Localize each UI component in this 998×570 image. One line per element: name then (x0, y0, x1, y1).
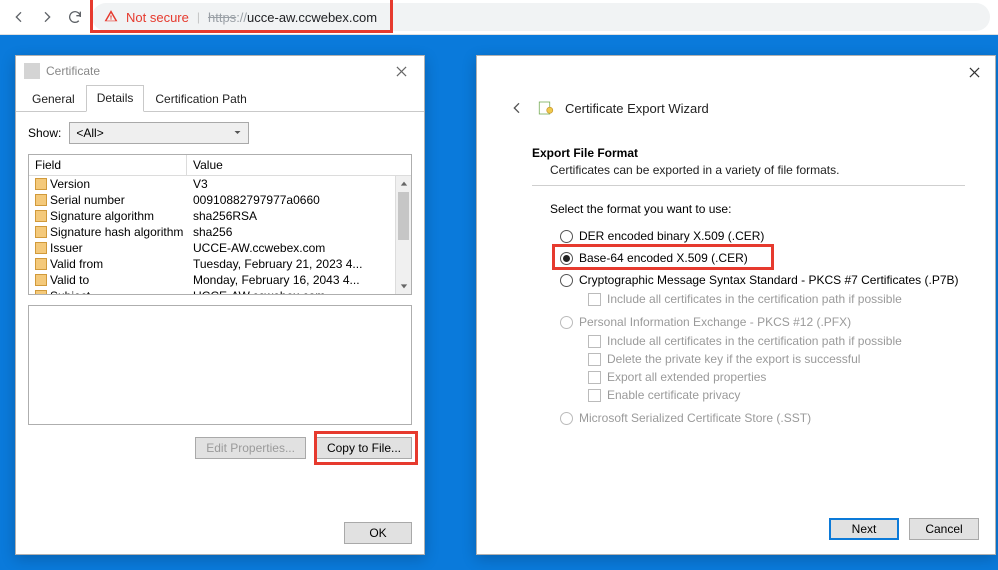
grid-row[interactable]: Signature hash algorithmsha256 (29, 224, 411, 240)
tab-details[interactable]: Details (86, 85, 145, 112)
scrollbar[interactable] (395, 176, 411, 294)
field-icon (35, 290, 47, 294)
wizard-back-button[interactable] (507, 98, 527, 118)
security-status: Not secure (126, 10, 189, 25)
certificate-fields-grid[interactable]: Field Value VersionV3 Serial number00910… (28, 154, 412, 295)
grid-row[interactable]: Signature algorithmsha256RSA (29, 208, 411, 224)
radio-icon (560, 412, 573, 425)
certificate-icon (537, 99, 555, 117)
browser-toolbar: Not secure | https://ucce-aw.ccwebex.com (0, 0, 998, 35)
scroll-down-icon[interactable] (396, 278, 411, 294)
radio-base64[interactable]: Base-64 encoded X.509 (.CER) (560, 248, 965, 268)
wizard-title: Certificate Export Wizard (565, 101, 709, 116)
grid-row[interactable]: VersionV3 (29, 176, 411, 192)
reload-button[interactable] (64, 6, 86, 28)
grid-row[interactable]: IssuerUCCE-AW.ccwebex.com (29, 240, 411, 256)
back-button[interactable] (8, 6, 30, 28)
checkbox-icon (588, 353, 601, 366)
radio-icon (560, 252, 573, 265)
field-icon (35, 242, 47, 254)
tab-certification-path[interactable]: Certification Path (144, 86, 257, 112)
cancel-button[interactable]: Cancel (909, 518, 979, 540)
scroll-thumb[interactable] (398, 192, 409, 240)
section-title: Export File Format (532, 146, 965, 160)
radio-der[interactable]: DER encoded binary X.509 (.CER) (560, 226, 965, 246)
tab-general[interactable]: General (21, 86, 86, 112)
checkbox-icon (588, 335, 601, 348)
checkbox-pfx-privacy: Enable certificate privacy (588, 386, 965, 404)
radio-icon (560, 230, 573, 243)
field-icon (35, 226, 47, 238)
show-label: Show: (28, 126, 61, 140)
chevron-down-icon (233, 126, 242, 140)
radio-pfx: Personal Information Exchange - PKCS #12… (560, 312, 965, 332)
radio-icon (560, 316, 573, 329)
grid-row[interactable]: Serial number00910882797977a0660 (29, 192, 411, 208)
radio-icon (560, 274, 573, 287)
column-value: Value (187, 155, 411, 175)
checkbox-p7b-include-chain: Include all certificates in the certific… (588, 290, 965, 308)
ok-button[interactable]: OK (344, 522, 412, 544)
field-icon (35, 274, 47, 286)
checkbox-icon (588, 389, 601, 402)
format-prompt: Select the format you want to use: (550, 202, 965, 216)
edit-properties-button: Edit Properties... (195, 437, 306, 459)
certificate-dialog: Certificate General Details Certificatio… (15, 55, 425, 555)
tab-strip: General Details Certification Path (16, 86, 424, 112)
dialog-body: Show: <All> Field Value VersionV3 Serial… (16, 112, 424, 467)
checkbox-icon (588, 371, 601, 384)
field-icon (35, 178, 47, 190)
checkbox-icon (588, 293, 601, 306)
field-icon (35, 258, 47, 270)
close-button[interactable] (959, 60, 989, 84)
next-button[interactable]: Next (829, 518, 899, 540)
column-field: Field (29, 155, 187, 175)
forward-button[interactable] (36, 6, 58, 28)
radio-sst: Microsoft Serialized Certificate Store (… (560, 408, 965, 428)
address-bar[interactable]: Not secure | https://ucce-aw.ccwebex.com (92, 3, 990, 31)
checkbox-pfx-export-ext: Export all extended properties (588, 368, 965, 386)
copy-to-file-button[interactable]: Copy to File... (316, 437, 412, 459)
grid-row[interactable]: SubjectUCCE-AW.ccwebex.com (29, 288, 411, 294)
field-icon (35, 194, 47, 206)
url-text: https://ucce-aw.ccwebex.com (208, 10, 377, 25)
field-detail-textarea[interactable] (28, 305, 412, 425)
certificate-icon (24, 63, 40, 79)
close-button[interactable] (386, 59, 416, 83)
divider (532, 185, 965, 186)
checkbox-pfx-delete-key: Delete the private key if the export is … (588, 350, 965, 368)
scroll-up-icon[interactable] (396, 176, 411, 192)
field-icon (35, 210, 47, 222)
warning-icon (104, 9, 118, 26)
checkbox-pfx-include-chain: Include all certificates in the certific… (588, 332, 965, 350)
export-wizard-dialog: Certificate Export Wizard Export File Fo… (476, 55, 996, 555)
grid-row[interactable]: Valid fromTuesday, February 21, 2023 4..… (29, 256, 411, 272)
show-filter-dropdown[interactable]: <All> (69, 122, 249, 144)
section-subtitle: Certificates can be exported in a variet… (550, 163, 965, 177)
separator: | (197, 10, 200, 24)
grid-row[interactable]: Valid toMonday, February 16, 2043 4... (29, 272, 411, 288)
dialog-title: Certificate (46, 64, 386, 78)
dialog-titlebar: Certificate (16, 56, 424, 86)
radio-p7b[interactable]: Cryptographic Message Syntax Standard - … (560, 270, 965, 290)
